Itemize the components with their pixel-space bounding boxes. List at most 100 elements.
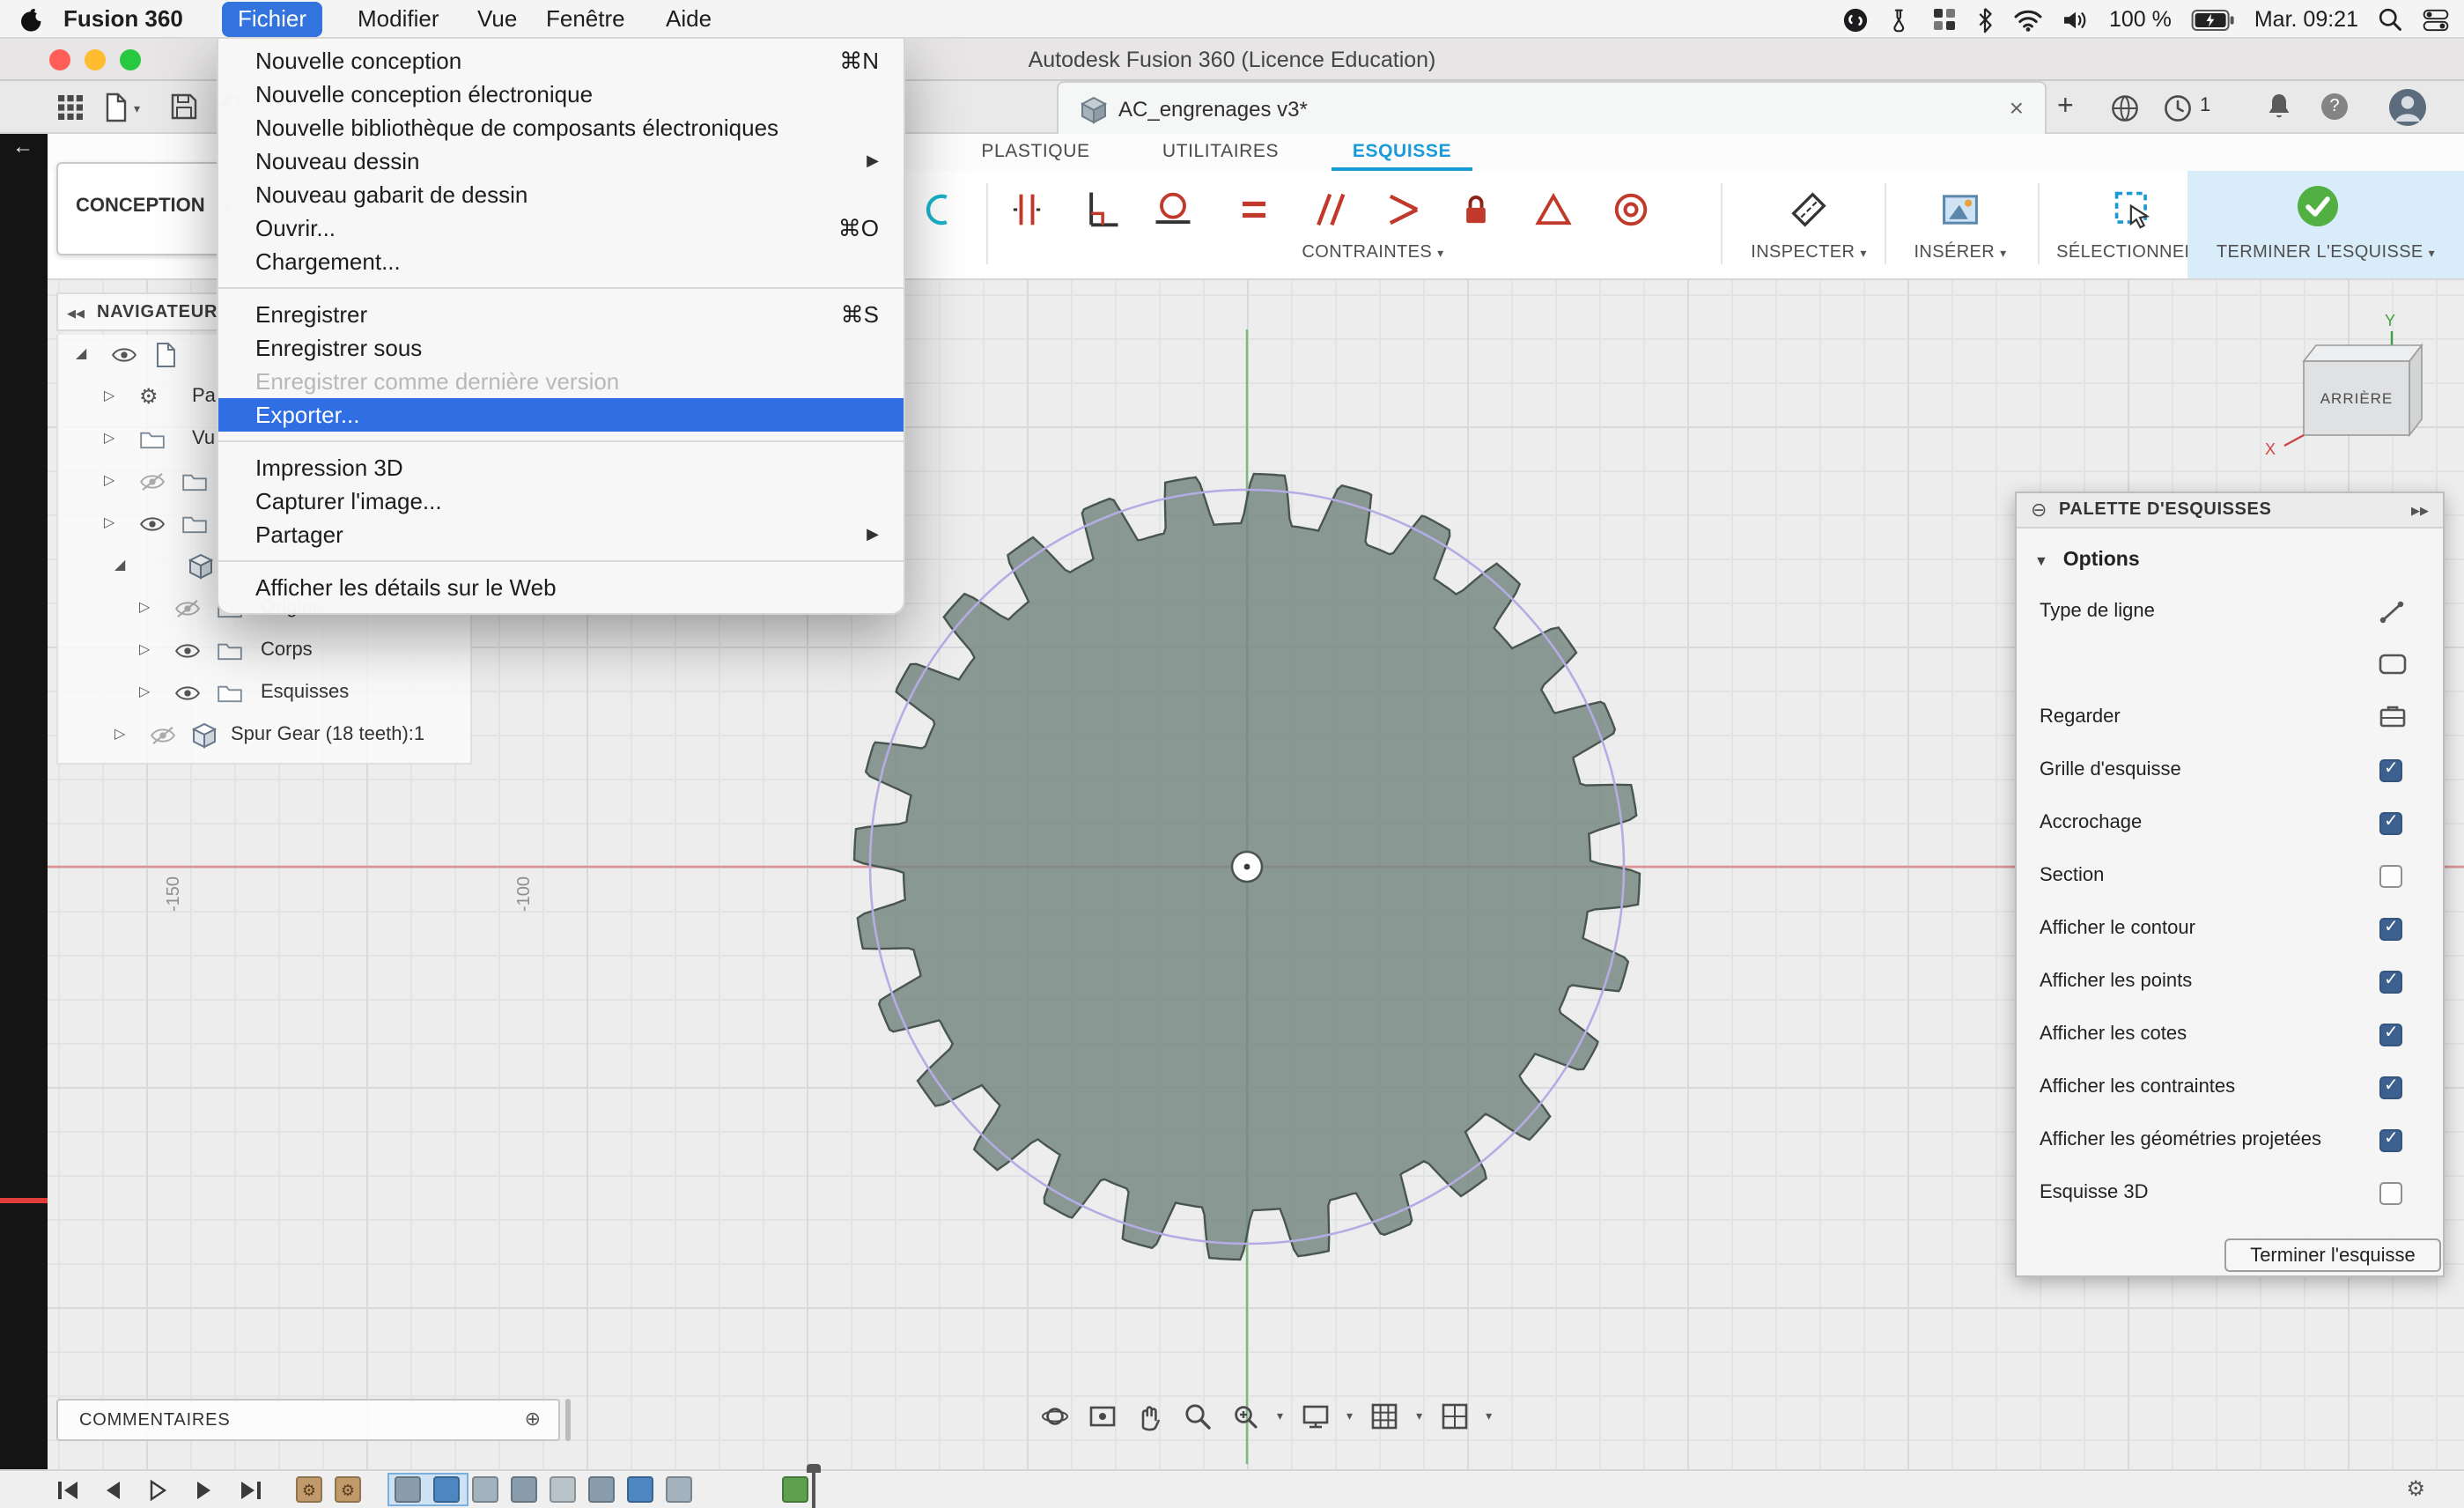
tab-plastique[interactable]: PLASTIQUE [965, 134, 1106, 171]
menu-fenetre[interactable]: Fenêtre [530, 0, 641, 39]
extensions-clock-icon[interactable] [2163, 93, 2193, 123]
file-menu-icon[interactable] [102, 92, 129, 123]
tree-row-corps[interactable]: ▷ Corps [58, 631, 470, 673]
tree-row-spur-gear[interactable]: ▷ Spur Gear (18 teeth):1 [58, 715, 470, 758]
constraint-fix-lock-icon[interactable] [1453, 187, 1499, 233]
back-arrow-icon[interactable]: ← [12, 134, 33, 159]
constraint-equal-icon[interactable] [1231, 187, 1277, 233]
display-settings-icon[interactable] [1299, 1401, 1331, 1432]
browser-collapse-icon[interactable]: ◀◀ [67, 307, 85, 321]
shazam-icon[interactable] [1843, 6, 1870, 33]
orbit-icon[interactable] [1039, 1401, 1071, 1432]
palette-collapse-right-icon[interactable]: ▶▶ [2411, 504, 2429, 518]
menu-item-capturer-image[interactable]: Capturer l'image... [218, 484, 904, 518]
grid-settings-caret[interactable]: ▾ [1416, 1409, 1422, 1423]
collapsed-arrow-icon[interactable]: ▷ [104, 514, 114, 530]
save-icon[interactable] [169, 92, 199, 122]
help-icon[interactable]: ? [2321, 93, 2348, 120]
timeline-item[interactable] [588, 1476, 615, 1503]
timeline-item[interactable] [433, 1476, 460, 1503]
viewcube[interactable]: Y ARRIÈRE X [2254, 308, 2431, 467]
constraint-horizontal-vertical-icon[interactable] [1004, 187, 1050, 233]
control-center-icon[interactable] [2422, 8, 2450, 31]
menu-vue[interactable]: Vue [461, 0, 533, 39]
timeline-skip-start-icon[interactable] [56, 1480, 79, 1501]
checkbox-contour[interactable] [2379, 918, 2402, 941]
job-status-icon[interactable] [2110, 93, 2140, 123]
eye-icon[interactable] [174, 641, 201, 661]
notifications-bell-icon[interactable] [2265, 92, 2293, 123]
finish-sketch-button[interactable]: Terminer l'esquisse [2224, 1238, 2441, 1272]
volume-icon[interactable] [2063, 8, 2090, 31]
options-section-header[interactable]: ▼ Options [2034, 543, 2140, 574]
menu-item-afficher-details-web[interactable]: Afficher les détails sur le Web [218, 571, 904, 604]
timeline-step-forward-icon[interactable] [194, 1480, 215, 1501]
insert-canvas-icon[interactable] [1937, 187, 1983, 233]
document-tab[interactable]: AC_engrenages v3* × [1057, 81, 2047, 134]
display-settings-caret[interactable]: ▾ [1346, 1409, 1353, 1423]
menu-item-nouvelle-conception[interactable]: Nouvelle conception⌘N [218, 44, 904, 78]
spotlight-search-icon[interactable] [2378, 7, 2402, 32]
menu-item-nouvelle-conception-electronique[interactable]: Nouvelle conception électronique [218, 78, 904, 111]
eye-off-icon[interactable] [139, 472, 166, 492]
constraint-triangle-icon[interactable] [1531, 187, 1576, 233]
eye-off-icon[interactable] [174, 599, 201, 618]
timeline-item-gear[interactable]: ⚙ [335, 1476, 361, 1503]
menu-item-partager[interactable]: Partager▶ [218, 518, 904, 551]
slot-tool-icon[interactable] [914, 187, 960, 233]
timeline-skip-end-icon[interactable] [240, 1480, 262, 1501]
eye-icon[interactable] [174, 684, 201, 703]
collapsed-arrow-icon[interactable]: ▷ [104, 388, 114, 403]
checkbox-cotes[interactable] [2379, 1024, 2402, 1046]
data-panel-grid-icon[interactable] [56, 93, 85, 122]
finish-sketch-check-icon[interactable] [2293, 181, 2339, 227]
timeline-position-marker-handle[interactable] [807, 1464, 821, 1473]
menu-item-enregistrer-sous[interactable]: Enregistrer sous [218, 331, 904, 365]
timeline-play-icon[interactable] [148, 1480, 169, 1501]
timeline-item[interactable] [395, 1476, 421, 1503]
menu-item-exporter[interactable]: Exporter... [218, 398, 904, 432]
checkbox-esquisse-3d[interactable] [2379, 1182, 2402, 1205]
constraint-parallel-icon[interactable] [1305, 187, 1351, 233]
collapsed-arrow-icon[interactable]: ▷ [139, 599, 150, 615]
look-at-icon[interactable] [2378, 703, 2408, 729]
collapsed-arrow-icon[interactable]: ▷ [114, 726, 125, 742]
expanded-arrow-icon[interactable]: ◢ [76, 345, 86, 361]
sketch-palette-header[interactable]: ⊖ PALETTE D'ESQUISSES ▶▶ [2017, 493, 2443, 529]
apple-menu-icon[interactable] [19, 7, 44, 33]
timeline-item[interactable] [550, 1476, 576, 1503]
fit-zoom-caret[interactable]: ▾ [1277, 1409, 1283, 1423]
user-avatar[interactable] [2388, 88, 2427, 127]
tab-esquisse[interactable]: ESQUISSE [1332, 134, 1472, 171]
tree-row-esquisses[interactable]: ▷ Esquisses [58, 673, 470, 715]
group-label-inserer[interactable]: INSÉRER ▾ [1893, 243, 2027, 268]
fit-zoom-icon[interactable] [1229, 1401, 1261, 1432]
eye-icon[interactable] [111, 345, 137, 365]
group-label-terminer[interactable]: TERMINER L'ESQUISSE ▾ [2187, 243, 2464, 268]
inspect-measure-icon[interactable] [1786, 187, 1832, 233]
flask-icon[interactable] [1889, 6, 1914, 33]
app-grid-icon[interactable] [1933, 7, 1958, 32]
constraint-perpendicular-icon[interactable] [1078, 187, 1124, 233]
comments-bar[interactable]: COMMENTAIRES ⊕ [56, 1399, 560, 1441]
expanded-arrow-icon[interactable]: ◢ [114, 557, 125, 573]
timeline-item-gear[interactable]: ⚙ [296, 1476, 322, 1503]
group-label-contraintes[interactable]: CONTRAINTES ▾ [1263, 243, 1483, 268]
menu-aide[interactable]: Aide [650, 0, 727, 39]
menu-item-ouvrir[interactable]: Ouvrir...⌘O [218, 211, 904, 245]
zoom-icon[interactable] [1182, 1401, 1214, 1432]
collapsed-arrow-icon[interactable]: ▷ [139, 641, 150, 657]
collapsed-arrow-icon[interactable]: ▷ [104, 430, 114, 446]
document-tab-close-icon[interactable]: × [2010, 93, 2024, 122]
menu-item-impression-3d[interactable]: Impression 3D [218, 451, 904, 484]
checkbox-section[interactable] [2379, 865, 2402, 888]
look-at-icon[interactable] [1087, 1401, 1118, 1432]
menu-item-nouveau-dessin[interactable]: Nouveau dessin▶ [218, 144, 904, 178]
menu-item-enregistrer[interactable]: Enregistrer⌘S [218, 298, 904, 331]
line-style-icon[interactable] [2378, 652, 2408, 676]
add-comment-icon[interactable]: ⊕ [525, 1408, 541, 1430]
checkbox-points[interactable] [2379, 971, 2402, 994]
viewports-caret[interactable]: ▾ [1486, 1409, 1492, 1423]
group-label-inspecter[interactable]: INSPECTER ▾ [1730, 243, 1888, 268]
timeline-item[interactable] [511, 1476, 537, 1503]
